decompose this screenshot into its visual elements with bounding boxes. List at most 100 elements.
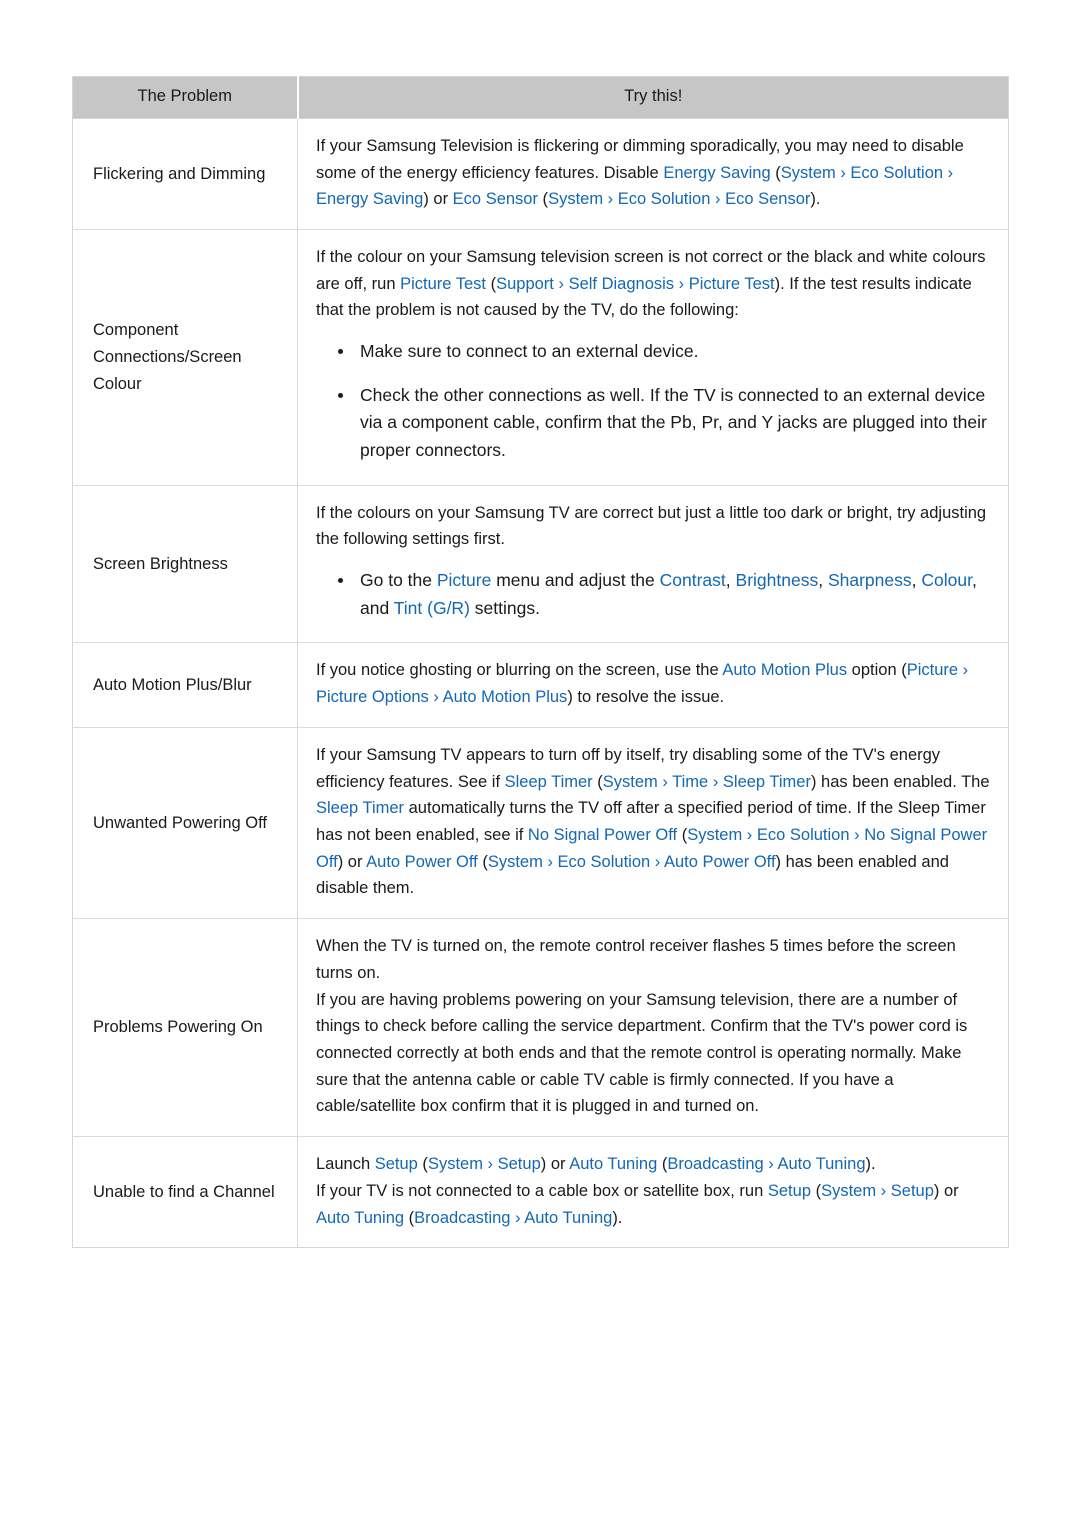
menu-path-link[interactable]: System [428,1155,483,1173]
menu-path-link[interactable]: Auto Motion Plus [722,661,847,679]
menu-path-link[interactable]: Auto Power Off [664,853,776,871]
menu-path-link[interactable]: › [510,1209,524,1227]
menu-path-link[interactable]: Picture Test [689,275,775,293]
menu-path-link[interactable]: Tint (G/R) [394,598,470,618]
menu-path-link[interactable]: System [548,190,603,208]
menu-path-link[interactable]: › [483,1155,498,1173]
list-item: Make sure to connect to an external devi… [316,338,994,366]
body-text: menu and adjust the [491,570,660,591]
menu-path-link[interactable]: System [821,1182,876,1200]
menu-path-link[interactable]: Sleep Timer [316,799,404,817]
menu-path-link[interactable]: Eco Solution [558,853,651,871]
menu-path-link[interactable]: System [781,164,836,182]
menu-path-link[interactable]: System [603,773,658,791]
body-text: ( [477,852,488,871]
menu-path-link[interactable]: Auto Tuning [316,1209,404,1227]
menu-path-link[interactable]: › [850,826,865,844]
menu-path-link[interactable]: Picture Test [400,275,486,293]
menu-path-link[interactable]: › [543,853,558,871]
menu-path-link[interactable]: › [708,773,723,791]
menu-path-link[interactable]: Brightness [736,570,819,590]
body-text: ). [865,1155,876,1174]
body-text: Go to the [360,570,437,591]
menu-path-link[interactable]: Support [496,275,554,293]
menu-path-link[interactable]: Eco Solution [850,164,943,182]
menu-path-link[interactable]: › [650,853,664,871]
menu-path-link[interactable]: › [836,164,851,182]
body-text: If your TV is not connected to a cable b… [316,1181,768,1200]
menu-path-link[interactable]: System [687,826,742,844]
body-text: ( [592,772,603,791]
menu-path-link[interactable]: Auto Power Off [366,853,478,871]
column-header-problem: The Problem [72,76,299,119]
solution-bullet-list: Go to the Picture menu and adjust the Co… [316,567,994,622]
menu-path-link[interactable]: Setup [498,1155,541,1173]
table-row: Flickering and Dimming If your Samsung Te… [72,117,1009,230]
menu-path-link[interactable]: › [554,275,569,293]
body-text: When the TV is turned on, the remote con… [316,937,956,982]
menu-path-link[interactable]: System [488,853,543,871]
menu-path-link[interactable]: Auto Tuning [777,1155,865,1173]
menu-path-link[interactable]: Setup [375,1155,418,1173]
body-text: or [546,1155,570,1174]
menu-path-link[interactable]: Eco Sensor [453,190,538,208]
bullet-dot-icon [338,349,343,355]
problem-label: Screen Brightness [72,484,298,643]
bullet-dot-icon [338,578,343,584]
menu-path-link[interactable]: Sleep Timer [723,773,811,791]
menu-path-link[interactable]: › [429,688,443,706]
menu-path-link[interactable]: Colour [921,570,972,590]
problem-label: Problems Powering On [72,918,298,1137]
problem-label: Auto Motion Plus/Blur [72,642,298,728]
body-text: ( [677,825,688,844]
menu-path-link[interactable]: › [603,190,618,208]
menu-path-link[interactable]: Auto Tuning [569,1155,657,1173]
menu-path-link[interactable]: › [943,164,954,182]
menu-path-link[interactable]: Energy Saving [316,190,423,208]
solution-paragraph: If you notice ghosting or blurring on th… [316,657,994,710]
menu-path-link[interactable]: Eco Sensor [725,190,810,208]
solution-paragraph: If you are having problems powering on y… [316,987,994,1121]
menu-path-link[interactable]: Auto Tuning [524,1209,612,1227]
solution-paragraph: If the colours on your Samsung TV are co… [316,500,994,553]
bullet-dot-icon [338,392,343,398]
body-text: Launch [316,1155,375,1174]
solution-cell: If you notice ghosting or blurring on th… [297,642,1009,728]
solution-paragraph: If your Samsung TV appears to turn off b… [316,742,994,902]
body-text: , [818,570,828,591]
menu-path-link[interactable]: Broadcasting [414,1209,510,1227]
menu-path-link[interactable]: Time [672,773,708,791]
body-text: settings. [469,597,540,618]
menu-path-link[interactable]: › [876,1182,891,1200]
list-item: Go to the Picture menu and adjust the Co… [316,567,994,622]
body-text: , [911,570,922,591]
menu-path-link[interactable]: Broadcasting [667,1155,763,1173]
menu-path-link[interactable]: Self Diagnosis [569,275,674,293]
menu-path-link[interactable]: Setup [891,1182,934,1200]
problem-label: Unable to find a Channel [72,1136,298,1248]
menu-path-link[interactable]: Picture Options [316,688,429,706]
menu-path-link[interactable]: Energy Saving [663,164,770,182]
menu-path-link[interactable]: › [764,1155,778,1173]
menu-path-link[interactable]: › [742,826,757,844]
menu-path-link[interactable]: › [710,190,725,208]
menu-path-link[interactable]: Sleep Timer [505,773,593,791]
solution-cell: If the colours on your Samsung TV are co… [297,484,1009,643]
menu-path-link[interactable]: Eco Solution [618,190,711,208]
menu-path-link[interactable]: Eco Solution [757,826,850,844]
menu-path-link[interactable]: Picture [907,661,958,679]
table-row: Problems Powering On When the TV is turne… [72,918,1009,1137]
solution-cell: If your Samsung TV appears to turn off b… [297,726,1009,919]
solution-paragraph: If your Samsung Television is flickering… [316,133,994,213]
menu-path-link[interactable]: Auto Motion Plus [443,688,568,706]
menu-path-link[interactable]: No Signal Power Off [528,826,677,844]
menu-path-link[interactable]: › [958,661,969,679]
menu-path-link[interactable]: Picture [437,570,491,590]
menu-path-link[interactable]: Contrast [660,570,726,590]
menu-path-link[interactable]: Sharpness [828,570,912,590]
body-text: , [725,570,736,591]
menu-path-link[interactable]: › [658,773,672,791]
body-text: ( [811,1181,822,1200]
menu-path-link[interactable]: Setup [768,1182,811,1200]
menu-path-link[interactable]: › [674,275,689,293]
